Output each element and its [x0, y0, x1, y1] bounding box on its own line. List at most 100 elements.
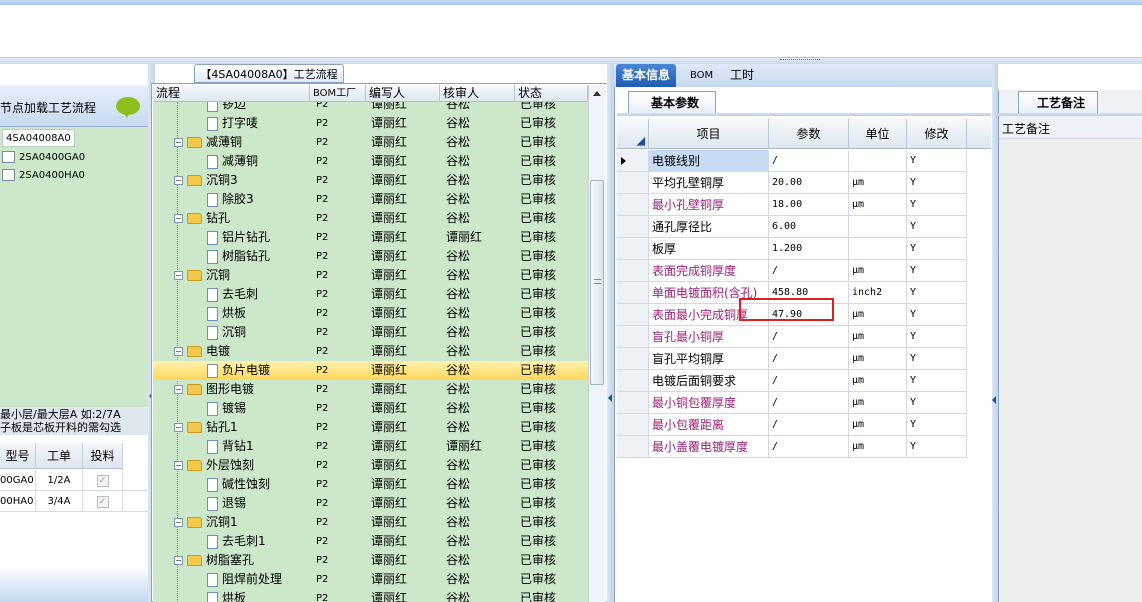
param-row[interactable]: 表面完成铜厚度 / μm Y	[617, 260, 991, 282]
param-row[interactable]: 最小包覆距离 / μm Y	[617, 414, 991, 436]
param-param-cell[interactable]: 20.00	[769, 172, 849, 194]
process-row[interactable]: − 钻孔1 P2 谭丽红 谷松 已审核	[153, 418, 588, 437]
grid-row[interactable]: 00HA0 3/4A ✓	[0, 491, 148, 512]
process-row[interactable]: − 钻孔 P2 谭丽红 谷松 已审核	[153, 209, 588, 228]
param-row[interactable]: 盲孔最小铜厚 / μm Y	[617, 326, 991, 348]
process-row[interactable]: 除胶3 P2 谭丽红 谷松 已审核	[153, 190, 588, 209]
process-row[interactable]: − 电镀 P2 谭丽红 谷松 已审核	[153, 342, 588, 361]
row-indicator[interactable]	[617, 370, 649, 392]
param-row[interactable]: 电镀线别 / Y	[617, 150, 991, 172]
grid-header-model[interactable]: 型号	[0, 443, 36, 469]
process-row[interactable]: − 沉铜3 P2 谭丽红 谷松 已审核	[153, 171, 588, 190]
grid-header-feed[interactable]: 投料	[83, 443, 123, 469]
chat-bubble-icon[interactable]	[116, 97, 140, 118]
process-row[interactable]: 烘板 P2 谭丽红 谷松 已审核	[153, 304, 588, 323]
col-header-writer[interactable]: 编写人	[366, 85, 440, 102]
feed-checkbox[interactable]: ✓	[96, 495, 109, 508]
col-header-item[interactable]: 项目	[649, 119, 769, 149]
process-row[interactable]: 负片电镀 P2 谭丽红 谷松 已审核	[153, 361, 588, 380]
grid-row[interactable]: 00GA0 1/2A ✓	[0, 470, 148, 491]
collapse-icon[interactable]: −	[174, 271, 183, 280]
row-indicator[interactable]	[617, 282, 649, 304]
process-row[interactable]: 铝片钻孔 P2 谭丽红 谭丽红 已审核	[153, 228, 588, 247]
tree-node-root[interactable]: 4SA04008A0	[2, 129, 75, 147]
middle-splitter[interactable]	[607, 64, 614, 602]
splitter-grip[interactable]	[780, 59, 820, 62]
tree-node[interactable]: 2SA0400HA0	[2, 166, 85, 184]
col-header-flow[interactable]: 流程	[153, 85, 310, 102]
process-row[interactable]: − 沉铜 P2 谭丽红 谷松 已审核	[153, 266, 588, 285]
scroll-thumb[interactable]	[590, 180, 604, 385]
tab-work-hours[interactable]: 工时	[724, 64, 760, 87]
col-header-unit[interactable]: 单位	[849, 119, 907, 149]
collapse-middle-icon[interactable]	[608, 394, 612, 402]
col-header-modify[interactable]: 修改	[907, 119, 967, 149]
param-param-cell[interactable]: 18.00	[769, 194, 849, 216]
param-row[interactable]: 最小孔壁铜厚 18.00 μm Y	[617, 194, 991, 216]
process-row[interactable]: − 减薄铜 P2 谭丽红 谷松 已审核	[153, 133, 588, 152]
collapse-icon[interactable]: −	[174, 518, 183, 527]
row-indicator[interactable]	[617, 348, 649, 370]
param-row[interactable]: 盲孔平均铜厚 / μm Y	[617, 348, 991, 370]
tree-node[interactable]: 2SA0400GA0	[2, 148, 85, 166]
row-indicator[interactable]	[617, 414, 649, 436]
collapse-icon[interactable]: −	[174, 214, 183, 223]
process-row[interactable]: 打字唛 P2 谭丽红 谷松 已审核	[153, 114, 588, 133]
collapse-icon[interactable]: −	[174, 461, 183, 470]
param-param-cell[interactable]: /	[769, 348, 849, 370]
row-indicator[interactable]	[617, 150, 649, 172]
param-param-cell[interactable]: 1.200	[769, 238, 849, 260]
collapse-right-icon[interactable]	[992, 396, 996, 404]
feed-checkbox[interactable]: ✓	[96, 474, 109, 487]
process-row[interactable]: 减薄铜 P2 谭丽红 谷松 已审核	[153, 152, 588, 171]
process-row[interactable]: 退锡 P2 谭丽红 谷松 已审核	[153, 494, 588, 513]
param-param-cell[interactable]: /	[769, 150, 849, 172]
process-row[interactable]: 烘板 P2 谭丽红 谷松 已审核	[153, 589, 588, 602]
param-row[interactable]: 板厚 1.200 Y	[617, 238, 991, 260]
collapse-icon[interactable]: −	[174, 347, 183, 356]
row-indicator[interactable]	[617, 238, 649, 260]
collapse-icon[interactable]: −	[174, 176, 183, 185]
row-indicator[interactable]	[617, 194, 649, 216]
process-row[interactable]: 树脂钻孔 P2 谭丽红 谷松 已审核	[153, 247, 588, 266]
collapse-icon[interactable]: −	[174, 423, 183, 432]
grid-header-order[interactable]: 工单	[36, 443, 83, 469]
param-param-cell[interactable]: /	[769, 436, 849, 458]
row-indicator[interactable]	[617, 304, 649, 326]
process-row[interactable]: 去毛刺1 P2 谭丽红 谷松 已审核	[153, 532, 588, 551]
param-row[interactable]: 平均孔壁铜厚 20.00 μm Y	[617, 172, 991, 194]
process-row[interactable]: − 外层蚀刻 P2 谭丽红 谷松 已审核	[153, 456, 588, 475]
tab-bom[interactable]: BOM	[684, 64, 719, 87]
row-indicator[interactable]	[617, 216, 649, 238]
param-row[interactable]: 通孔厚径比 6.00 Y	[617, 216, 991, 238]
param-param-cell[interactable]: /	[769, 414, 849, 436]
process-row[interactable]: 沉铜 P2 谭丽红 谷松 已审核	[153, 323, 588, 342]
collapse-icon[interactable]: −	[174, 385, 183, 394]
param-row[interactable]: 电镀后面铜要求 / μm Y	[617, 370, 991, 392]
col-header-param[interactable]: 参数	[769, 119, 849, 149]
process-row[interactable]: 阻焊前处理 P2 谭丽红 谷松 已审核	[153, 570, 588, 589]
tab-basic-params[interactable]: 基本参数	[628, 91, 716, 113]
scroll-up-icon[interactable]	[589, 87, 605, 101]
process-row[interactable]: 去毛刺 P2 谭丽红 谷松 已审核	[153, 285, 588, 304]
col-header-status[interactable]: 状态	[515, 85, 588, 102]
col-header-factory[interactable]: BOM工厂	[310, 85, 366, 102]
process-row[interactable]: 背钻1 P2 谭丽红 谭丽红 已审核	[153, 437, 588, 456]
param-row[interactable]: 最小铜包覆厚度 / μm Y	[617, 392, 991, 414]
tab-basic-info[interactable]: 基本信息	[616, 64, 677, 87]
row-indicator[interactable]	[617, 326, 649, 348]
param-param-cell[interactable]: /	[769, 370, 849, 392]
row-indicator[interactable]	[617, 436, 649, 458]
collapse-icon[interactable]: −	[174, 138, 183, 147]
process-row[interactable]: 锣边 P2 谭丽红 谷松 已审核	[153, 102, 588, 114]
process-row[interactable]: 碱性蚀刻 P2 谭丽红 谷松 已审核	[153, 475, 588, 494]
col-header-reviewer[interactable]: 核审人	[440, 85, 515, 102]
process-row[interactable]: − 树脂塞孔 P2 谭丽红 谷松 已审核	[153, 551, 588, 570]
param-param-cell[interactable]: 6.00	[769, 216, 849, 238]
process-row[interactable]: 镀锡 P2 谭丽红 谷松 已审核	[153, 399, 588, 418]
param-param-cell[interactable]: /	[769, 326, 849, 348]
param-param-cell[interactable]: /	[769, 392, 849, 414]
param-param-cell[interactable]: /	[769, 260, 849, 282]
collapse-icon[interactable]: −	[174, 556, 183, 565]
row-indicator[interactable]	[617, 260, 649, 282]
